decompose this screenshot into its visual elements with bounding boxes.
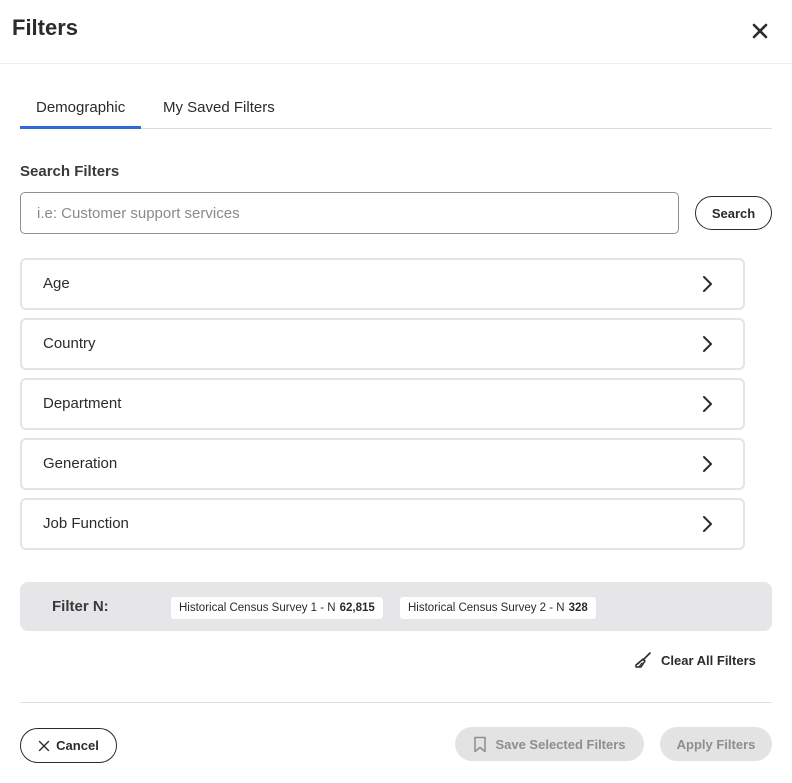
chip-count: 328 xyxy=(568,602,588,614)
bookmark-icon xyxy=(474,736,487,752)
footer-divider xyxy=(20,702,772,703)
filter-row-country[interactable]: Country xyxy=(20,318,745,370)
tab-demographic[interactable]: Demographic xyxy=(20,88,142,129)
filter-n-label: Filter N: xyxy=(52,598,109,615)
dialog-title: Filters xyxy=(12,15,79,40)
chevron-right-icon xyxy=(703,276,712,292)
search-button[interactable]: Search xyxy=(695,196,772,230)
close-icon xyxy=(38,740,50,751)
filter-row-label: Department xyxy=(43,395,122,412)
chip-survey-name: Historical Census Survey 2 - N xyxy=(408,602,565,614)
filters-dialog: Filters Demographic My Saved Filters Sea… xyxy=(0,0,792,783)
clear-all-filters-button[interactable]: Clear All Filters xyxy=(633,648,756,672)
broom-icon xyxy=(635,652,651,668)
filter-row-generation[interactable]: Generation xyxy=(20,438,745,490)
filter-row-job-function[interactable]: Job Function xyxy=(20,498,745,550)
chip-count: 62,815 xyxy=(339,602,375,614)
chevron-right-icon xyxy=(703,516,712,532)
chevron-right-icon xyxy=(703,336,712,352)
filter-row-label: Generation xyxy=(43,455,118,472)
save-label: Save Selected Filters xyxy=(495,736,626,752)
filter-row-age[interactable]: Age xyxy=(20,258,745,310)
chevron-right-icon xyxy=(703,396,712,412)
filter-n-bar: Filter N: Historical Census Survey 1 - N… xyxy=(20,582,772,631)
chip-survey-name: Historical Census Survey 1 - N xyxy=(179,602,336,614)
filter-n-chip: Historical Census Survey 1 - N 62,815 xyxy=(171,597,383,619)
close-icon[interactable] xyxy=(749,20,771,42)
tab-bar: Demographic My Saved Filters xyxy=(20,88,772,129)
filter-n-chip: Historical Census Survey 2 - N 328 xyxy=(400,597,596,619)
filter-row-label: Age xyxy=(43,275,70,292)
filter-row-department[interactable]: Department xyxy=(20,378,745,430)
save-selected-filters-button[interactable]: Save Selected Filters xyxy=(455,727,644,761)
dialog-header: Filters xyxy=(0,0,792,64)
filter-row-label: Country xyxy=(43,335,96,352)
tab-my-saved-filters[interactable]: My Saved Filters xyxy=(147,88,291,128)
chevron-right-icon xyxy=(703,456,712,472)
filter-row-label: Job Function xyxy=(43,515,129,532)
clear-all-label: Clear All Filters xyxy=(661,652,756,668)
search-filters-label: Search Filters xyxy=(20,163,120,180)
cancel-button[interactable]: Cancel xyxy=(20,728,117,763)
search-input[interactable] xyxy=(20,192,679,234)
cancel-label: Cancel xyxy=(56,738,99,753)
apply-filters-button[interactable]: Apply Filters xyxy=(660,727,772,761)
